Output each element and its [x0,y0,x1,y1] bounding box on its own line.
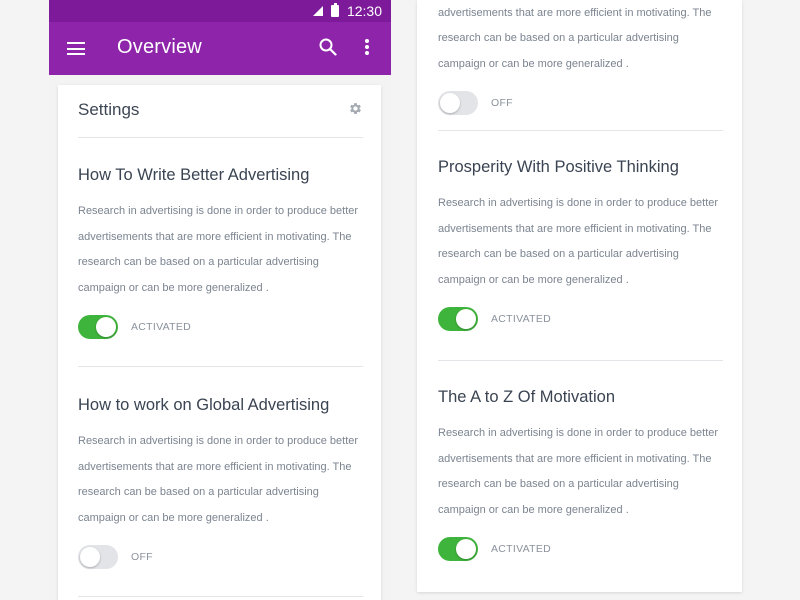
divider [78,596,363,597]
toggle-knob [456,539,476,559]
left-phone-screen: 12:30 Overview Settings How To Write Bet… [49,0,391,600]
toggle-knob [80,547,100,567]
item-title: The A to Z Of Motivation [438,388,615,406]
item-description: Research in advertising is done in order… [438,427,719,516]
toggle-row: ACTIVATED [438,307,728,333]
toggle-row: ACTIVATED [78,315,368,341]
toggle-row: OFF [78,545,368,571]
toggle-label: ACTIVATED [491,543,552,555]
status-bar: 12:30 [49,0,391,22]
list-item-partial: Research in advertising is done in order… [438,0,728,117]
list-item: How To Write Better Advertising Research… [78,166,368,341]
list-item: The A to Z Of Motivation Research in adv… [438,388,728,563]
status-icons: 12:30 [312,3,382,19]
signal-icon [312,6,323,16]
divider [78,137,363,138]
item-title: How to work on Global Advertising [78,396,330,414]
toggle-row: ACTIVATED [438,537,728,563]
item-description: Research in advertising is done in order… [438,197,719,286]
toggle-knob [440,93,460,113]
toggle-switch[interactable] [438,537,478,561]
search-icon[interactable] [319,38,337,56]
item-description: Research in advertising is done in order… [438,6,712,70]
right-phone-screen: Research in advertising is done in order… [417,0,742,592]
list-item: Prosperity With Positive Thinking Resear… [438,158,728,333]
status-time: 12:30 [346,3,382,19]
divider [438,130,723,131]
settings-card: Settings How To Write Better Advertising… [58,85,381,600]
toggle-switch[interactable] [438,91,478,115]
toggle-row: OFF [438,91,728,117]
toggle-knob [96,317,116,337]
more-vert-icon[interactable] [365,39,369,55]
toggle-label: ACTIVATED [131,321,192,333]
item-description: Research in advertising is done in order… [78,435,359,524]
toggle-label: ACTIVATED [491,313,552,325]
item-description: Research in advertising is done in order… [78,205,359,294]
item-title: Prosperity With Positive Thinking [438,158,679,176]
app-bar: Overview [49,22,391,75]
toggle-label: OFF [491,97,513,109]
gear-icon[interactable] [348,101,363,116]
toggle-label: OFF [131,551,153,563]
item-title: How To Write Better Advertising [78,166,310,184]
toggle-switch[interactable] [438,307,478,331]
list-item: How to work on Global Advertising Resear… [78,396,368,571]
toggle-switch[interactable] [78,315,118,339]
battery-icon [330,3,339,17]
settings-title: Settings [78,100,140,119]
menu-icon[interactable] [67,42,85,55]
divider [78,366,363,367]
toggle-knob [456,309,476,329]
divider [438,360,723,361]
app-bar-title: Overview [117,36,202,58]
toggle-switch[interactable] [78,545,118,569]
